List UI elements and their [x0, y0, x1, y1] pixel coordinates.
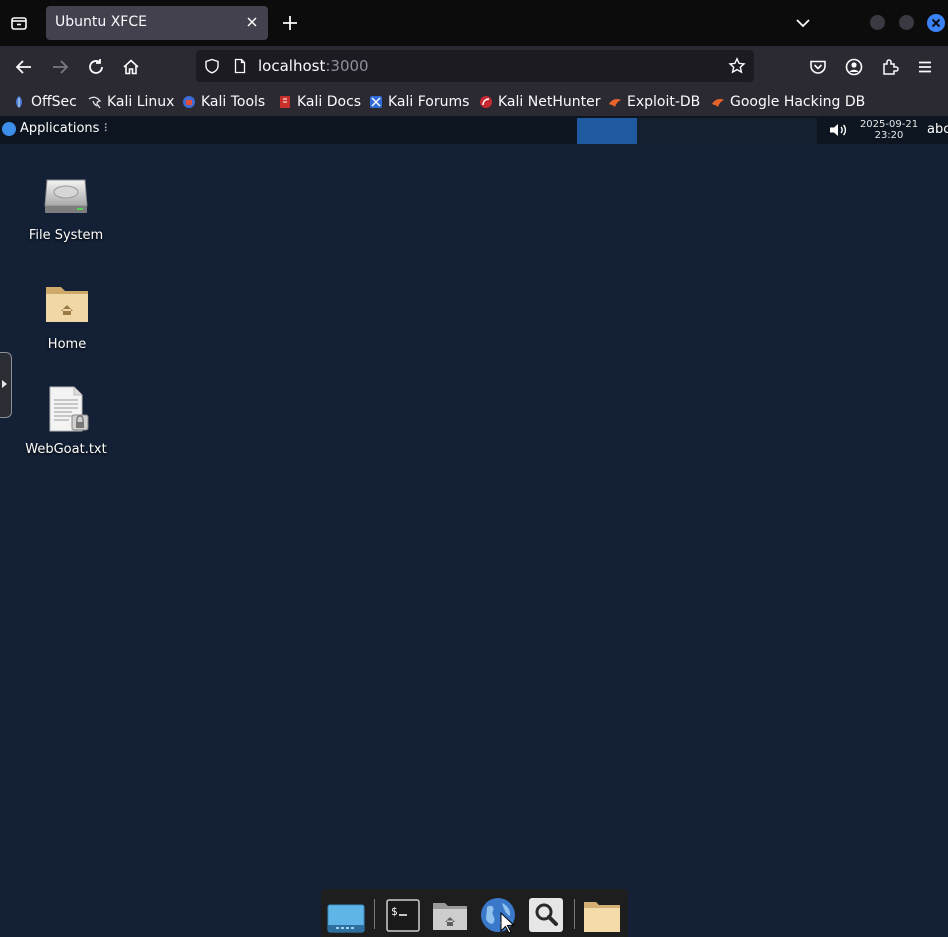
text-file-locked-icon	[49, 386, 89, 432]
close-icon	[931, 18, 941, 28]
bookmark-offsec[interactable]: OffSec	[12, 92, 77, 112]
drive-icon	[44, 179, 88, 213]
url-host: localhost	[258, 57, 326, 75]
exploit-db-icon	[609, 99, 621, 107]
workspace-2[interactable]	[637, 118, 697, 144]
kali-dragon-icon	[88, 96, 102, 109]
volume-icon[interactable]	[828, 122, 848, 138]
bookmark-label: Kali Linux	[107, 94, 175, 110]
nethunter-icon	[480, 96, 492, 108]
bookmark-exploit-db[interactable]: Exploit-DB	[608, 92, 700, 112]
bookmark-kali-forums[interactable]: Kali Forums	[369, 92, 469, 112]
svg-text:$: $	[391, 905, 398, 918]
bookmark-kali-linux[interactable]: Kali Linux	[88, 92, 174, 112]
url-port: :3000	[325, 57, 369, 75]
star-bookmark-icon[interactable]	[728, 57, 746, 75]
navigation-toolbar: localhost:3000	[0, 46, 948, 88]
window-minimize-button[interactable]	[870, 15, 885, 30]
applications-menu-button[interactable]: Applications ⠇	[2, 121, 111, 136]
desktop-icon-label: Home	[47, 337, 87, 352]
url-text[interactable]: localhost:3000	[258, 57, 369, 75]
panel-clock[interactable]: 2025-09-21 23:20	[854, 119, 924, 141]
reload-icon[interactable]	[85, 56, 107, 78]
search-icon[interactable]	[526, 895, 566, 935]
clock-time: 23:20	[874, 130, 904, 141]
side-panel-handle[interactable]	[0, 352, 12, 418]
bookmark-label: Kali Tools	[201, 94, 266, 110]
window-maximize-button[interactable]	[899, 15, 914, 30]
terminal-icon[interactable]: $	[383, 895, 423, 935]
workspace-4[interactable]	[757, 118, 817, 144]
dock: $	[321, 889, 628, 937]
xfce-desktop[interactable]: Applications ⠇ 2025-09-21 23:20 abc File…	[0, 116, 948, 937]
new-tab-icon[interactable]	[279, 12, 301, 34]
tab-list-icon[interactable]	[8, 12, 30, 34]
desktop-icon-label: WebGoat.txt	[25, 442, 107, 457]
folder-icon[interactable]	[582, 895, 622, 935]
window-close-button[interactable]	[927, 14, 945, 32]
offsec-icon	[16, 96, 22, 108]
desktop-icon-label: File System	[28, 228, 104, 243]
dock-separator	[574, 899, 575, 929]
home-folder-icon	[46, 287, 88, 322]
chevron-right-icon	[2, 380, 7, 388]
ghdb-icon	[712, 99, 724, 107]
back-arrow-icon[interactable]	[13, 56, 35, 78]
bookmark-kali-docs[interactable]: Kali Docs	[278, 92, 361, 112]
desktop-icon-webgoat-txt[interactable]: WebGoat.txt	[16, 386, 116, 457]
menu-glyph: ⠇	[103, 122, 112, 135]
workspace-3[interactable]	[697, 118, 757, 144]
kali-tools-icon	[183, 96, 195, 108]
pocket-icon[interactable]	[807, 56, 829, 78]
kali-docs-icon	[280, 96, 290, 108]
page-icon[interactable]	[232, 58, 248, 74]
xfce-mouse-icon	[2, 121, 16, 136]
chevron-down-icon[interactable]	[792, 12, 814, 34]
home-folder-icon[interactable]	[430, 895, 470, 935]
bookmark-label: Kali NetHunter	[498, 94, 601, 110]
web-browser-icon[interactable]	[478, 895, 518, 935]
shield-icon[interactable]	[204, 58, 220, 74]
kali-forums-icon	[370, 96, 382, 108]
show-desktop-icon[interactable]	[326, 895, 366, 935]
bookmark-kali-tools[interactable]: Kali Tools	[182, 92, 265, 112]
desktop-icon-home[interactable]: Home	[17, 281, 117, 352]
browser-tab-bar: Ubuntu XFCE	[0, 0, 948, 46]
account-icon[interactable]	[843, 56, 865, 78]
extensions-icon[interactable]	[879, 56, 901, 78]
bookmark-kali-nethunter[interactable]: Kali NetHunter	[479, 92, 600, 112]
applications-label: Applications	[20, 121, 100, 136]
forward-arrow-icon[interactable]	[49, 56, 71, 78]
dock-separator	[374, 899, 375, 929]
desktop-icon-file-system[interactable]: File System	[16, 172, 116, 243]
tab-active[interactable]: Ubuntu XFCE	[46, 6, 268, 40]
hamburger-menu-icon[interactable]	[914, 56, 936, 78]
keyboard-layout-indicator[interactable]: abc	[927, 122, 948, 137]
bookmark-label: OffSec	[31, 94, 77, 110]
bookmark-label: Google Hacking DB	[730, 94, 866, 110]
bookmarks-toolbar: OffSec Kali Linux Kali Tools Kali Docs K…	[0, 88, 948, 116]
bookmark-google-hacking-db[interactable]: Google Hacking DB	[711, 92, 865, 112]
bookmark-label: Exploit-DB	[627, 94, 701, 110]
home-icon[interactable]	[120, 56, 142, 78]
clock-date: 2025-09-21	[859, 119, 919, 130]
workspace-1[interactable]	[577, 118, 637, 144]
url-bar[interactable]: localhost:3000	[196, 50, 754, 82]
bookmark-label: Kali Forums	[388, 94, 470, 110]
bookmark-label: Kali Docs	[297, 94, 362, 110]
top-panel: Applications ⠇ 2025-09-21 23:20 abc	[0, 116, 948, 144]
tab-title: Ubuntu XFCE	[55, 14, 147, 30]
close-tab-icon[interactable]	[244, 14, 260, 30]
